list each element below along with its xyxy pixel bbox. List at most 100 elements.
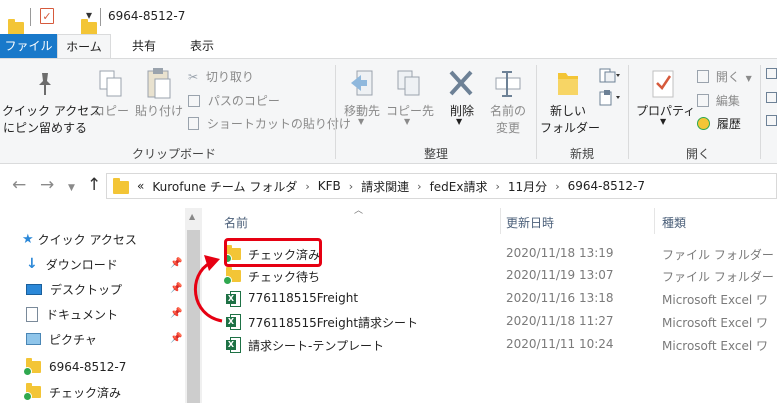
paste-shortcut-label: ショートカットの貼り付け [206,117,351,131]
sync-status-icon [23,367,32,376]
file-row[interactable]: X 776118515Freight請求シート 2020/11/18 11:27… [202,311,777,333]
breadcrumb-item[interactable]: 11月分 [508,178,547,195]
pictures-icon [26,333,41,345]
tab-view[interactable]: 表示 [182,34,222,58]
breadcrumb-item[interactable]: KFB [318,179,341,193]
properties-quick-icon[interactable]: ✓ [40,8,54,24]
select-none-icon[interactable] [766,92,777,103]
scissors-icon: ✂ [188,70,199,84]
file-name: 請求シート-テンプレート [248,339,384,353]
up-arrow-icon[interactable]: ↑ [87,175,101,195]
pin-quick-access-label-1: クイック アクセス [2,104,102,118]
nav-folder-checked[interactable]: チェック済み [23,381,121,403]
file-name: チェック待ち [248,270,321,284]
new-group-label: 新規 [570,147,595,161]
organize-group-label: 整理 [424,147,449,161]
pin-icon[interactable]: 📌 [170,333,182,344]
nav-downloads[interactable]: ↓ ダウンロード [26,253,118,275]
edit-button[interactable]: 編集 [697,92,740,109]
tab-file[interactable]: ファイル [0,34,57,58]
nav-pictures[interactable]: ピクチャ [26,328,97,350]
delete-dropdown-icon[interactable]: ▼ [456,117,462,126]
invert-selection-icon[interactable] [766,115,777,126]
select-all-icon[interactable] [766,68,777,79]
open-label: 開く [715,70,740,84]
file-date: 2020/11/19 13:07 [506,268,614,282]
move-to-dropdown-icon[interactable]: ▼ [358,117,364,126]
nav-folder-6964[interactable]: 6964-8512-7 [23,356,127,378]
breadcrumb-overflow[interactable]: « [137,179,144,193]
paste-button[interactable]: 貼り付け [134,103,184,120]
cut-button[interactable]: ✂ 切り取り [188,68,254,85]
new-folder-button[interactable]: 新しい フォルダー [540,103,601,137]
quick-access-dropdown-icon[interactable]: ▾ [86,8,92,22]
pin-quick-access-button[interactable]: クイック アクセス にピン留めする [2,103,102,137]
sync-status-icon [23,392,32,401]
forward-arrow-icon[interactable]: → [40,175,54,195]
chevron-right-icon[interactable]: › [305,180,309,193]
file-row[interactable]: X 請求シート-テンプレート 2020/11/11 10:24 Microsof… [202,334,777,356]
copy-button[interactable]: コピー [92,103,130,120]
folder-icon [23,383,41,401]
history-icon [697,117,710,130]
navigation-bar: ← → ▼ ↑ « Kurofune チーム フォルダ › KFB › 請求関連… [0,164,777,208]
rename-button[interactable]: 名前の 変更 [484,103,532,137]
scroll-up-icon[interactable]: ▲ [189,212,195,221]
back-arrow-icon[interactable]: ← [12,175,26,195]
file-type: ファイル フォルダー [662,270,774,284]
divider [100,8,101,26]
open-button[interactable]: 開く ▼ [697,68,752,85]
file-type: Microsoft Excel ワ [662,339,769,353]
tab-home[interactable]: ホーム [57,34,111,58]
copy-path-label: パスのコピー [207,94,280,108]
divider [30,8,31,26]
ribbon: クイック アクセス にピン留めする コピー 貼り付け ✂ 切り取り パスのコピー… [0,58,777,164]
properties-dropdown-icon[interactable]: ▼ [660,117,666,126]
copy-to-dropdown-icon[interactable]: ▼ [404,117,410,126]
column-divider[interactable] [500,208,501,234]
chevron-right-icon[interactable]: › [349,180,353,193]
breadcrumb-item[interactable]: fedEx請求 [430,178,488,195]
history-label: 履歴 [716,117,741,131]
ribbon-tabs: ファイル ホーム 共有 表示 [0,34,777,58]
file-type: ファイル フォルダー [662,248,774,262]
nav-label: ピクチャ [49,332,97,347]
breadcrumb-item[interactable]: 6964-8512-7 [568,179,645,193]
file-date: 2020/11/18 13:19 [506,246,614,260]
column-header-name[interactable]: 名前 [224,214,248,231]
move-to-icon [351,70,373,96]
new-item-icon[interactable] [598,67,620,85]
tab-share[interactable]: 共有 [122,34,166,58]
column-divider[interactable] [654,208,655,234]
file-row[interactable]: チェック待ち 2020/11/19 13:07 ファイル フォルダー [202,265,777,287]
new-folder-label-2: フォルダー [540,121,601,135]
nav-documents[interactable]: ドキュメント [26,303,118,325]
file-row[interactable]: X 776118515Freight 2020/11/16 13:18 Micr… [202,288,777,310]
rename-icon [495,71,521,97]
nav-quick-access[interactable]: ★ クイック アクセス [22,228,137,250]
nav-desktop[interactable]: デスクトップ [26,278,122,300]
history-button[interactable]: 履歴 [697,115,741,132]
easy-access-icon[interactable] [598,89,620,107]
recent-locations-icon[interactable]: ▼ [68,178,75,198]
column-header-type[interactable]: 種類 [662,214,686,231]
column-header-date[interactable]: 更新日時 [506,214,554,231]
chevron-right-icon[interactable]: › [555,180,559,193]
chevron-right-icon[interactable]: › [496,180,500,193]
breadcrumb-item[interactable]: 請求関連 [361,178,409,195]
copy-path-button[interactable]: パスのコピー [188,92,280,109]
clipboard-group-label: クリップボード [132,147,217,161]
chevron-right-icon[interactable]: › [417,180,421,193]
breadcrumb-item[interactable]: Kurofune チーム フォルダ [152,178,297,195]
group-divider [536,65,537,159]
navigation-pane: ★ クイック アクセス ↓ ダウンロード 📌 デスクトップ 📌 ドキュメント 📌… [0,208,185,403]
nav-label: クイック アクセス [37,232,137,247]
open-group-label: 開く [686,147,711,161]
app-folder-icon [8,18,24,35]
nav-label: 6964-8512-7 [49,360,127,374]
nav-label: デスクトップ [50,282,123,297]
paste-shortcut-button[interactable]: ショートカットの貼り付け [188,115,351,132]
nav-label: ダウンロード [45,257,118,272]
address-bar[interactable]: « Kurofune チーム フォルダ › KFB › 請求関連 › fedEx… [106,173,777,199]
new-folder-quick-icon[interactable] [81,18,97,35]
